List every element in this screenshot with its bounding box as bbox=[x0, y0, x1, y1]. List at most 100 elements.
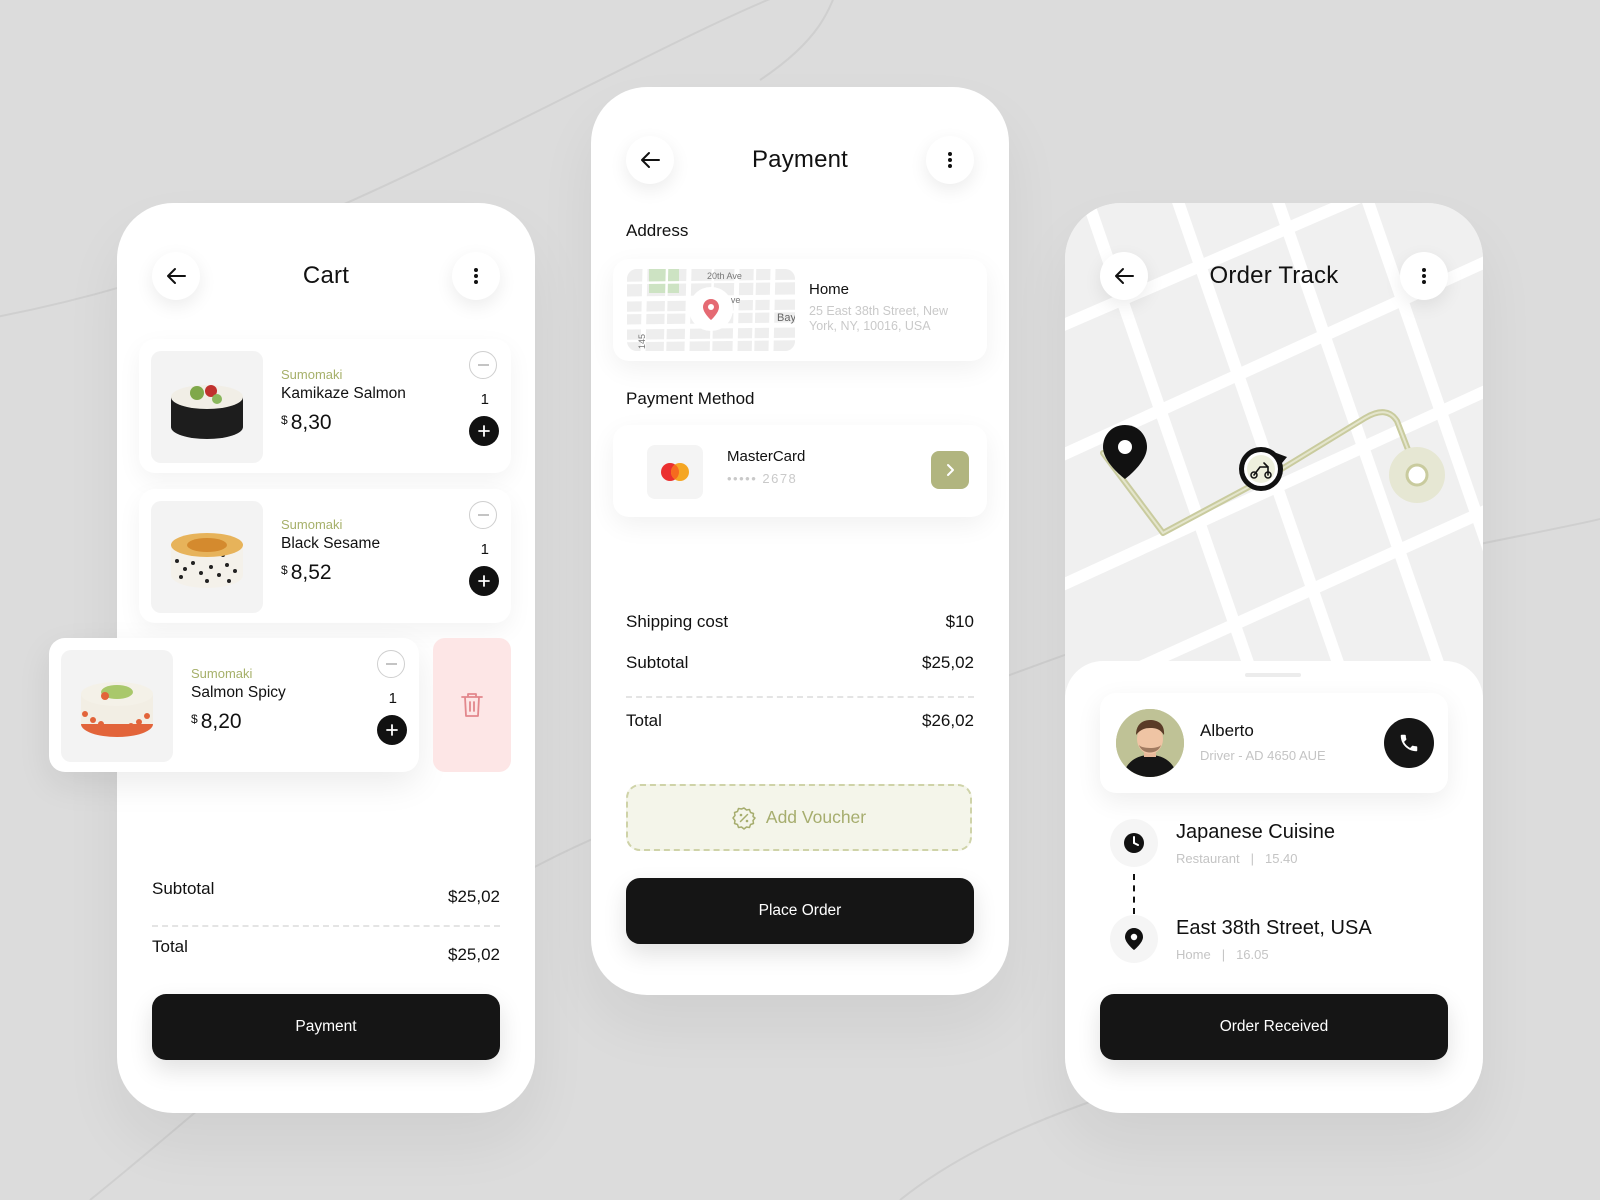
quantity-value: 1 bbox=[388, 690, 397, 707]
currency-symbol: $ bbox=[191, 712, 198, 726]
sushi-roll-icon bbox=[81, 682, 153, 737]
total-value: $25,02 bbox=[448, 945, 500, 964]
stop-type: Home bbox=[1176, 947, 1211, 962]
sheet-handle[interactable] bbox=[1245, 673, 1301, 677]
divider bbox=[626, 696, 974, 698]
restaurant-stop-icon bbox=[1110, 819, 1158, 867]
more-options-button[interactable] bbox=[926, 136, 974, 184]
product-image bbox=[151, 351, 263, 463]
more-options-button[interactable] bbox=[1400, 252, 1448, 300]
item-price: $8,30 bbox=[281, 411, 332, 435]
place-order-button[interactable]: Place Order bbox=[626, 878, 974, 944]
total-value: $26,02 bbox=[922, 711, 974, 730]
destination-name: East 38th Street, USA bbox=[1176, 917, 1372, 939]
currency-symbol: $ bbox=[281, 563, 288, 577]
item-name: Salmon Spicy bbox=[191, 684, 286, 701]
plus-icon bbox=[478, 575, 490, 587]
minus-icon bbox=[385, 663, 397, 665]
map-street-label: 20th Ave bbox=[707, 271, 742, 281]
subtotal-label: Subtotal bbox=[152, 879, 215, 898]
plus-icon bbox=[386, 724, 398, 736]
driver-name: Alberto bbox=[1200, 721, 1254, 740]
destination-meta: Home | 16.05 bbox=[1176, 947, 1269, 962]
cart-item[interactable]: Sumomaki Black Sesame $8,52 1 bbox=[139, 489, 511, 623]
plus-icon bbox=[478, 425, 490, 437]
minus-icon bbox=[477, 514, 489, 516]
cart-item-swiped[interactable]: Sumomaki Salmon Spicy $8,20 1 bbox=[49, 638, 419, 772]
stop-time: 15.40 bbox=[1264, 851, 1298, 866]
card-number: ••••• 2678 bbox=[727, 471, 798, 486]
price-value: 8,52 bbox=[290, 561, 332, 584]
map-area-label: Bay bbox=[777, 312, 795, 324]
minus-icon bbox=[477, 364, 489, 366]
order-received-button[interactable]: Order Received bbox=[1100, 994, 1448, 1060]
item-brand: Sumomaki bbox=[281, 367, 343, 382]
currency-symbol: $ bbox=[281, 413, 288, 427]
more-vertical-icon bbox=[1422, 268, 1426, 284]
shipping-label: Shipping cost bbox=[626, 612, 729, 631]
decrease-quantity-button[interactable] bbox=[469, 501, 497, 529]
more-vertical-icon bbox=[474, 268, 478, 284]
more-options-button[interactable] bbox=[452, 252, 500, 300]
location-pin-icon bbox=[1125, 928, 1143, 950]
voucher-badge-icon bbox=[732, 806, 756, 830]
item-price: $8,52 bbox=[281, 561, 332, 585]
phone-icon bbox=[1400, 734, 1418, 752]
subtotal-row: Subtotal $25,02 bbox=[626, 653, 974, 673]
payment-method-card[interactable]: MasterCard ••••• 2678 bbox=[613, 425, 987, 517]
product-image bbox=[151, 501, 263, 613]
avatar bbox=[1116, 709, 1184, 777]
divider bbox=[152, 925, 500, 927]
increase-quantity-button[interactable] bbox=[469, 416, 499, 446]
item-brand: Sumomaki bbox=[281, 517, 343, 532]
destination-stop-icon bbox=[1110, 915, 1158, 963]
clock-icon bbox=[1124, 833, 1144, 853]
chevron-right-icon bbox=[947, 464, 954, 476]
subtotal-label: Subtotal bbox=[626, 653, 689, 672]
shipping-row: Shipping cost $10 bbox=[626, 612, 974, 632]
restaurant-name: Japanese Cuisine bbox=[1176, 821, 1335, 843]
stop-type: Restaurant bbox=[1176, 851, 1240, 866]
item-name: Kamikaze Salmon bbox=[281, 385, 406, 402]
payment-button[interactable]: Payment bbox=[152, 994, 500, 1060]
subtotal-row: Subtotal $25,02 bbox=[152, 879, 500, 906]
total-row: Total $25,02 bbox=[152, 937, 500, 964]
driver-info: Driver - AD 4650 AUE bbox=[1200, 748, 1326, 763]
address-map-preview: 20th Ave Ave Bay 145 bbox=[627, 269, 795, 351]
add-voucher-button[interactable]: Add Voucher bbox=[626, 784, 972, 851]
price-value: 8,20 bbox=[200, 710, 242, 733]
shipping-value: $10 bbox=[945, 612, 974, 631]
select-card-button[interactable] bbox=[931, 451, 969, 489]
price-value: 8,30 bbox=[290, 411, 332, 434]
increase-quantity-button[interactable] bbox=[377, 715, 407, 745]
address-line: 25 East 38th Street, New York, NY, 10016… bbox=[809, 304, 948, 333]
decrease-quantity-button[interactable] bbox=[377, 650, 405, 678]
trash-icon bbox=[461, 693, 483, 717]
voucher-label: Add Voucher bbox=[765, 807, 867, 827]
payment-screen: Payment Address 20th Ave Ave Bay 145 Hom… bbox=[591, 87, 1009, 995]
call-driver-button[interactable] bbox=[1384, 718, 1434, 768]
total-row: Total $26,02 bbox=[626, 711, 974, 731]
delete-item-button[interactable] bbox=[433, 638, 511, 772]
quantity-value: 1 bbox=[480, 541, 489, 558]
restaurant-meta: Restaurant | 15.40 bbox=[1176, 851, 1298, 866]
decrease-quantity-button[interactable] bbox=[469, 351, 497, 379]
order-track-screen: Order Track Alberto Driver - AD 4650 AUE bbox=[1065, 203, 1483, 1113]
quantity-value: 1 bbox=[480, 391, 489, 408]
item-name: Black Sesame bbox=[281, 535, 381, 552]
more-vertical-icon bbox=[948, 152, 952, 168]
mastercard-logo-icon bbox=[647, 445, 703, 499]
driver-card: Alberto Driver - AD 4650 AUE bbox=[1100, 693, 1448, 793]
address-section-label: Address bbox=[626, 221, 689, 240]
increase-quantity-button[interactable] bbox=[469, 566, 499, 596]
payment-method-label: Payment Method bbox=[626, 389, 755, 408]
product-image bbox=[61, 650, 173, 762]
map-street-label: 145 bbox=[637, 334, 647, 349]
stop-time: 16.05 bbox=[1236, 947, 1269, 962]
cart-item[interactable]: Sumomaki Kamikaze Salmon $8,30 1 bbox=[139, 339, 511, 473]
total-label: Total bbox=[626, 711, 662, 730]
total-label: Total bbox=[152, 937, 188, 956]
card-name: MasterCard bbox=[727, 448, 806, 465]
address-card[interactable]: 20th Ave Ave Bay 145 Home 25 East 38th S… bbox=[613, 259, 987, 361]
subtotal-value: $25,02 bbox=[448, 887, 500, 906]
